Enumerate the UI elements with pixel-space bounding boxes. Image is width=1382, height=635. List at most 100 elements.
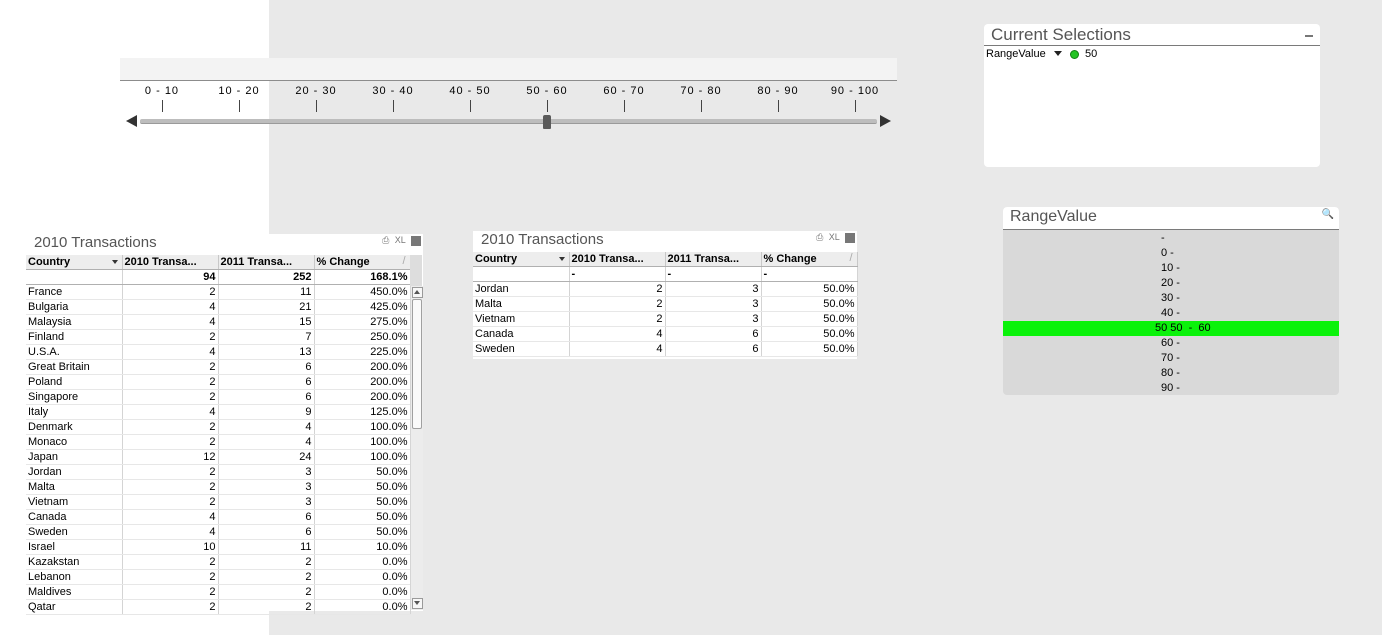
column-header[interactable]: 2011 Transa... [218, 255, 315, 270]
listbox-item[interactable]: 70 - [1003, 351, 1339, 366]
country-cell[interactable]: Italy [26, 404, 123, 420]
scroll-thumb[interactable] [412, 299, 422, 429]
slider-left-arrow-icon[interactable] [126, 115, 137, 127]
table-row[interactable]: Monaco 2 4 100.0% [26, 434, 411, 450]
country-cell[interactable]: Israel [26, 539, 123, 555]
table-row[interactable]: Great Britain 2 6 200.0% [26, 359, 411, 375]
print-icon[interactable]: ⎙ [382, 235, 389, 245]
column-header[interactable]: Country [473, 252, 570, 267]
country-cell[interactable]: Lebanon [26, 569, 123, 585]
table-row[interactable]: Bulgaria 4 21 425.0% [26, 299, 411, 315]
table-row[interactable]: Malta 2 3 50.0% [26, 479, 411, 495]
country-cell[interactable]: Poland [26, 374, 123, 390]
table-row[interactable]: Jordan 2 3 50.0% [26, 464, 411, 480]
country-cell[interactable]: Vietnam [473, 311, 570, 327]
table-row[interactable]: Vietnam 2 3 50.0% [473, 311, 858, 327]
column-header[interactable]: % Change / [761, 252, 858, 267]
listbox-item[interactable]: 20 - [1003, 276, 1339, 291]
listbox-item-selected[interactable]: 50 50 - 60 [1003, 321, 1339, 336]
vertical-scrollbar[interactable] [410, 286, 423, 610]
table-row[interactable]: Malaysia 4 15 275.0% [26, 314, 411, 330]
minimize-icon[interactable] [1305, 35, 1313, 37]
slider-tick-mark [701, 100, 702, 112]
table-row[interactable]: Kazakstan 2 2 0.0% [26, 554, 411, 570]
column-header[interactable]: Country [26, 255, 123, 270]
table-row[interactable]: Maldives 2 2 0.0% [26, 584, 411, 600]
column-header[interactable]: 2010 Transa... [569, 252, 666, 267]
print-icon[interactable]: ⎙ [816, 232, 823, 242]
dropdown-icon[interactable] [1054, 51, 1062, 56]
column-header[interactable]: % Change / [314, 255, 411, 270]
dropdown-icon[interactable] [111, 260, 118, 264]
table-row[interactable]: France 2 11 450.0% [26, 284, 411, 300]
table-row[interactable]: Malta 2 3 50.0% [473, 296, 858, 312]
country-cell[interactable]: Singapore [26, 389, 123, 405]
dropdown-icon[interactable] [558, 257, 565, 261]
country-cell[interactable]: Canada [26, 509, 123, 525]
table-row[interactable]: Vietnam 2 3 50.0% [26, 494, 411, 510]
country-cell[interactable]: Denmark [26, 419, 123, 435]
table-row[interactable]: Sweden 4 6 50.0% [26, 524, 411, 540]
selection-row[interactable]: RangeValue 50 [986, 48, 1097, 60]
range-slider[interactable]: 0 - 10 10 - 20 20 - 30 30 - 40 40 - 50 50 - 6… [120, 58, 897, 133]
country-cell[interactable]: Kazakstan [26, 554, 123, 570]
country-cell[interactable]: Great Britain [26, 359, 123, 375]
country-cell[interactable]: Jordan [26, 464, 123, 480]
table-row[interactable]: Italy 4 9 125.0% [26, 404, 411, 420]
table-row[interactable]: Canada 4 6 50.0% [473, 326, 858, 342]
table-row[interactable]: Israel 10 11 10.0% [26, 539, 411, 555]
country-cell[interactable]: Maldives [26, 584, 123, 600]
table-row[interactable]: Sweden 4 6 50.0% [473, 341, 858, 357]
table-row[interactable]: Poland 2 6 200.0% [26, 374, 411, 390]
slider-tick-label: 20 - 30 [295, 85, 337, 97]
country-cell[interactable]: Jordan [473, 281, 570, 297]
country-cell[interactable]: Malta [473, 296, 570, 312]
slider-track[interactable] [140, 119, 877, 124]
country-cell[interactable]: Malaysia [26, 314, 123, 330]
table-row[interactable]: Qatar 2 2 0.0% [26, 599, 411, 615]
scroll-up-icon[interactable] [412, 287, 423, 298]
listbox-item[interactable]: 40 - [1003, 306, 1339, 321]
table-row[interactable]: Denmark 2 4 100.0% [26, 419, 411, 435]
listbox-item[interactable]: 30 - [1003, 291, 1339, 306]
column-header[interactable]: 2011 Transa... [665, 252, 762, 267]
table-row[interactable]: U.S.A. 4 13 225.0% [26, 344, 411, 360]
chart-icon[interactable] [411, 235, 421, 246]
scrollbar-header [410, 255, 422, 286]
xl-export-icon[interactable]: XL [395, 235, 406, 245]
slider-right-arrow-icon[interactable] [880, 115, 891, 127]
listbox-item[interactable]: 10 - [1003, 261, 1339, 276]
country-cell[interactable]: Qatar [26, 599, 123, 615]
country-cell[interactable]: Vietnam [26, 494, 123, 510]
country-cell[interactable]: France [26, 284, 123, 300]
value-cell: 4 [218, 434, 315, 450]
country-cell[interactable]: Bulgaria [26, 299, 123, 315]
xl-export-icon[interactable]: XL [829, 232, 840, 242]
country-cell[interactable]: Sweden [473, 341, 570, 357]
value-cell: 2 [122, 374, 219, 390]
country-cell[interactable]: Finland [26, 329, 123, 345]
chart-icon[interactable] [845, 232, 855, 243]
listbox-item[interactable]: 80 - [1003, 366, 1339, 381]
table-row[interactable]: Jordan 2 3 50.0% [473, 281, 858, 297]
country-cell[interactable]: Sweden [26, 524, 123, 540]
search-icon[interactable]: 🔍 [1322, 209, 1334, 220]
table-row[interactable]: Lebanon 2 2 0.0% [26, 569, 411, 585]
country-cell[interactable]: Malta [26, 479, 123, 495]
country-cell[interactable]: Canada [473, 326, 570, 342]
country-cell[interactable]: Japan [26, 449, 123, 465]
listbox-item[interactable]: 90 - [1003, 381, 1339, 395]
scroll-down-icon[interactable] [412, 598, 423, 609]
table-row[interactable]: Canada 4 6 50.0% [26, 509, 411, 525]
listbox-item[interactable]: - [1003, 231, 1339, 246]
country-cell[interactable]: Monaco [26, 434, 123, 450]
value-cell: 3 [218, 479, 315, 495]
slider-thumb[interactable] [543, 115, 551, 129]
column-header[interactable]: 2010 Transa... [122, 255, 219, 270]
table-row[interactable]: Japan 12 24 100.0% [26, 449, 411, 465]
listbox-item[interactable]: 0 - [1003, 246, 1339, 261]
table-row[interactable]: Finland 2 7 250.0% [26, 329, 411, 345]
listbox-item[interactable]: 60 - [1003, 336, 1339, 351]
country-cell[interactable]: U.S.A. [26, 344, 123, 360]
table-row[interactable]: Singapore 2 6 200.0% [26, 389, 411, 405]
